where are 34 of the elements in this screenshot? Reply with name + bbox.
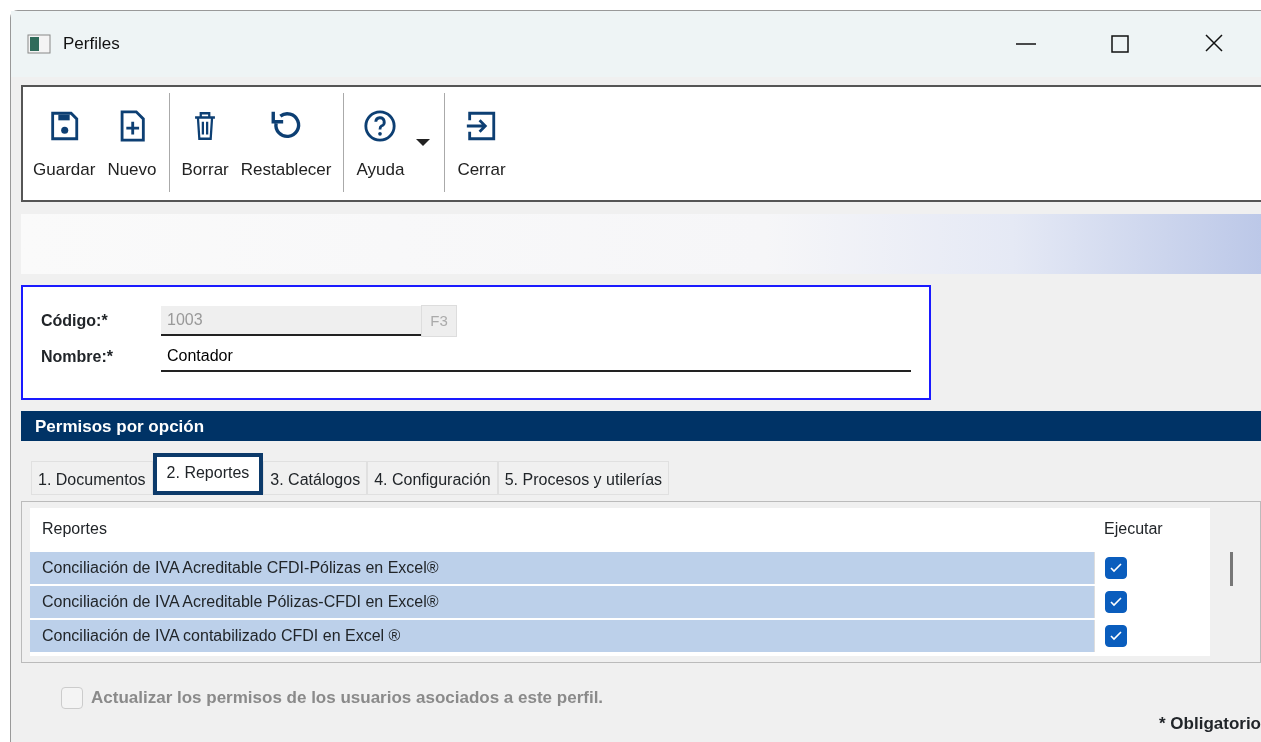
column-header: Ejecutar xyxy=(1104,519,1163,539)
checkbox-label: Actualizar los permisos de los usuarios asociados a este perfil. xyxy=(91,687,604,709)
toolbar-button[interactable]: Cerrar xyxy=(451,93,512,192)
check-icon xyxy=(1109,561,1123,575)
toolbar-button[interactable]: Borrar xyxy=(175,93,235,192)
maximize-icon xyxy=(1109,34,1131,54)
tab[interactable]: 3. Catálogos xyxy=(263,461,368,495)
tab[interactable]: 5. Procesos y utilerías xyxy=(497,461,670,495)
checkbox[interactable] xyxy=(1105,557,1127,579)
field-label: Nombre:* xyxy=(41,347,114,367)
check-icon xyxy=(1109,595,1123,609)
tab[interactable]: 1. Documentos xyxy=(31,461,153,495)
tab[interactable]: 2. Reportes xyxy=(152,453,264,495)
section-header: Permisos por opción xyxy=(21,411,1261,441)
field-label: Código:* xyxy=(41,311,109,331)
toolbar-button[interactable]: Ayuda xyxy=(350,93,411,192)
toolbar-button[interactable]: Nuevo xyxy=(101,93,163,192)
scrollbar-thumb[interactable] xyxy=(1229,552,1233,586)
minimize-icon xyxy=(1016,43,1036,45)
check-icon xyxy=(1109,629,1123,643)
toolbar-button[interactable]: Restablecer xyxy=(234,93,338,192)
tab[interactable]: 4. Configuración xyxy=(367,461,498,495)
app-icon xyxy=(27,33,51,55)
table-cell: Conciliación de IVA Acreditable Pólizas-CFDI en Excel® xyxy=(30,586,1094,618)
toolbar-button[interactable]: Guardar xyxy=(27,93,102,192)
footnote: * Obligatorio xyxy=(1159,712,1261,735)
table-cell: Conciliación de IVA contabilizado CFDI en Excel ® xyxy=(30,620,1094,652)
window-title: Perfiles xyxy=(63,33,120,56)
help-icon xyxy=(363,109,398,143)
checkbox[interactable] xyxy=(1105,625,1127,647)
column-header: Reportes xyxy=(42,519,107,539)
checkbox[interactable] xyxy=(1105,591,1127,613)
close-icon xyxy=(1203,34,1225,54)
table-cell: Conciliación de IVA Acreditable CFDI-Pólizas en Excel® xyxy=(30,552,1094,584)
